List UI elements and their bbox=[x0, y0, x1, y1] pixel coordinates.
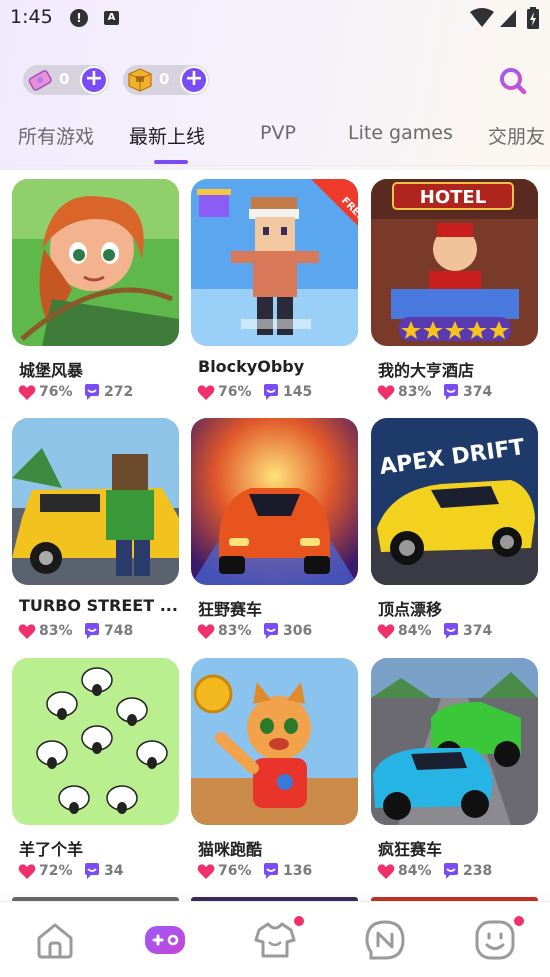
profile-badge bbox=[514, 916, 524, 926]
game-stats: 76% 136 bbox=[197, 862, 357, 882]
tab-make-friends[interactable]: 交朋友 bbox=[488, 122, 545, 149]
game-thumbnail[interactable] bbox=[12, 418, 179, 585]
game-stats: 76% 272 bbox=[18, 383, 178, 403]
category-tabs: 所有游戏 最新上线 PVP Lite games 交朋友 bbox=[0, 122, 550, 164]
game-players: 272 bbox=[104, 384, 134, 400]
search-icon[interactable] bbox=[498, 66, 528, 96]
shop-shirt-icon[interactable] bbox=[253, 918, 297, 962]
game-thumbnail[interactable] bbox=[191, 658, 358, 825]
gold-box-icon bbox=[128, 68, 152, 92]
game-stats: 83% 306 bbox=[197, 622, 357, 642]
game-title: 狂野赛车 bbox=[198, 600, 263, 619]
game-stats: 84% 374 bbox=[377, 622, 537, 642]
game-thumbnail[interactable] bbox=[12, 179, 179, 346]
players-icon bbox=[444, 384, 458, 400]
players-icon bbox=[444, 623, 458, 639]
players-icon bbox=[444, 863, 458, 879]
game-rating: 83% bbox=[218, 623, 252, 639]
home-icon[interactable] bbox=[33, 918, 77, 962]
keyboard-a-icon: A bbox=[104, 11, 119, 25]
wifi-icon bbox=[470, 8, 494, 27]
tab-lite-games[interactable]: Lite games bbox=[348, 122, 453, 144]
heart-icon bbox=[18, 385, 36, 400]
game-players: 748 bbox=[104, 623, 134, 639]
game-thumbnail[interactable] bbox=[12, 658, 179, 825]
game-title: 顶点漂移 bbox=[378, 600, 443, 619]
cell-signal-icon bbox=[500, 10, 516, 27]
players-icon bbox=[264, 623, 278, 639]
gold-count: 0 bbox=[159, 70, 170, 88]
game-stats: 83% 748 bbox=[18, 622, 178, 642]
game-thumbnail[interactable]: HOTEL bbox=[371, 179, 538, 346]
game-rating: 76% bbox=[218, 863, 252, 879]
gold-currency[interactable]: 0 + bbox=[123, 65, 209, 95]
players-icon bbox=[264, 863, 278, 879]
game-thumbnail[interactable]: FREE SUIT bbox=[191, 179, 358, 346]
game-title: 疯狂赛车 bbox=[378, 840, 443, 859]
tab-pvp[interactable]: PVP bbox=[260, 122, 296, 144]
game-rating: 83% bbox=[398, 384, 432, 400]
game-players: 136 bbox=[283, 863, 313, 879]
heart-icon bbox=[18, 864, 36, 879]
add-gold-button[interactable]: + bbox=[180, 66, 208, 94]
players-icon bbox=[264, 384, 278, 400]
game-thumbnail[interactable] bbox=[371, 658, 538, 825]
tabs-divider bbox=[0, 165, 550, 166]
game-rating: 76% bbox=[218, 384, 252, 400]
game-title: 羊了个羊 bbox=[19, 840, 84, 859]
game-stats: 72% 34 bbox=[18, 862, 178, 882]
heart-icon bbox=[18, 624, 36, 639]
game-title: 我的大亨酒店 bbox=[378, 361, 475, 380]
game-rating: 76% bbox=[39, 384, 73, 400]
heart-icon bbox=[197, 624, 215, 639]
players-icon bbox=[85, 384, 99, 400]
status-time: 1:45 bbox=[10, 6, 53, 28]
tab-new-releases[interactable]: 最新上线 bbox=[129, 122, 205, 149]
tab-all-games[interactable]: 所有游戏 bbox=[18, 122, 94, 149]
game-players: 306 bbox=[283, 623, 313, 639]
news-icon[interactable] bbox=[363, 918, 407, 962]
game-players: 374 bbox=[463, 384, 493, 400]
battery-icon bbox=[527, 7, 539, 29]
game-rating: 72% bbox=[39, 863, 73, 879]
game-rating: 84% bbox=[398, 863, 432, 879]
game-stats: 84% 238 bbox=[377, 862, 537, 882]
game-rating: 84% bbox=[398, 623, 432, 639]
players-icon bbox=[85, 863, 99, 879]
profile-face-icon[interactable] bbox=[473, 918, 517, 962]
heart-icon bbox=[377, 385, 395, 400]
alert-icon: ! bbox=[70, 9, 88, 27]
game-players: 374 bbox=[463, 623, 493, 639]
bottom-navigation bbox=[0, 901, 550, 977]
game-thumbnail[interactable]: APEX DRIFT bbox=[371, 418, 538, 585]
heart-icon bbox=[377, 864, 395, 879]
status-bar: 1:45 ! A bbox=[0, 0, 550, 36]
ticket-icon bbox=[28, 70, 52, 91]
games-icon[interactable] bbox=[143, 918, 187, 962]
ticket-currency[interactable]: 0 + bbox=[23, 65, 109, 95]
game-stats: 83% 374 bbox=[377, 383, 537, 403]
hotel-sign: HOTEL bbox=[420, 187, 486, 208]
game-title: TURBO STREET ... bbox=[19, 596, 178, 615]
game-thumbnail[interactable] bbox=[191, 418, 358, 585]
game-title: BlockyObby bbox=[198, 357, 305, 376]
game-title: 猫咪跑酷 bbox=[198, 840, 263, 859]
game-rating: 83% bbox=[39, 623, 73, 639]
game-players: 34 bbox=[104, 863, 124, 879]
game-players: 145 bbox=[283, 384, 313, 400]
active-tab-indicator bbox=[154, 160, 188, 164]
game-title: 城堡风暴 bbox=[19, 361, 84, 380]
players-icon bbox=[85, 623, 99, 639]
heart-icon bbox=[197, 385, 215, 400]
game-stats: 76% 145 bbox=[197, 383, 357, 403]
heart-icon bbox=[377, 624, 395, 639]
game-players: 238 bbox=[463, 863, 493, 879]
shop-badge bbox=[294, 916, 304, 926]
add-ticket-button[interactable]: + bbox=[80, 66, 108, 94]
ticket-count: 0 bbox=[59, 70, 70, 88]
heart-icon bbox=[197, 864, 215, 879]
